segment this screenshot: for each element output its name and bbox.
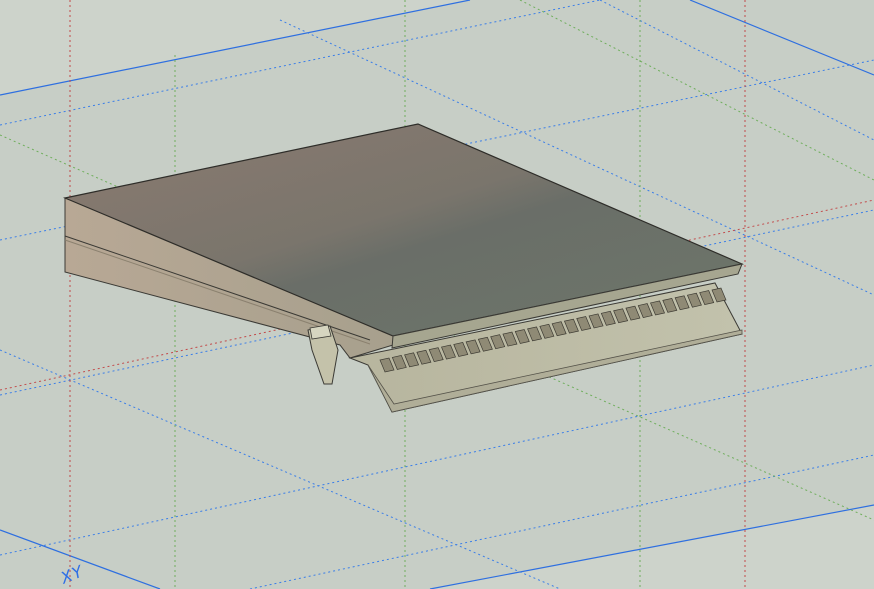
scene-canvas[interactable]: [0, 0, 874, 589]
3d-viewport[interactable]: XY: [0, 0, 874, 589]
